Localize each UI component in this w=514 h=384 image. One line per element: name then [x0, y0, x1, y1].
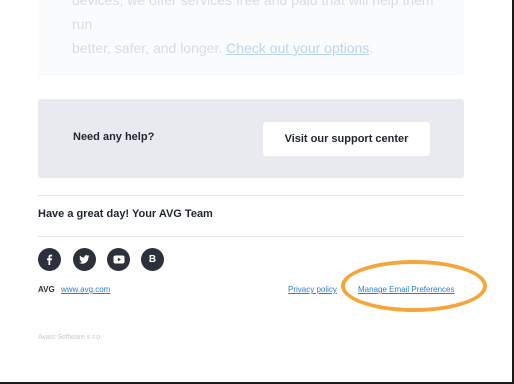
intro-line-2-prefix: better, safer, and longer. — [72, 40, 227, 56]
intro-text: devices, we offer services free and paid… — [72, 0, 452, 60]
highlight-annotation — [341, 260, 487, 312]
divider-top — [38, 195, 464, 196]
intro-line-2-suffix: . — [369, 40, 374, 56]
intro-panel: devices, we offer services free and paid… — [38, 0, 464, 76]
help-label: Need any help? — [73, 131, 155, 143]
youtube-icon[interactable] — [107, 248, 130, 271]
intro-line-1: devices, we offer services free and paid… — [72, 0, 434, 32]
privacy-policy-link[interactable]: Privacy policy — [288, 285, 339, 294]
blog-icon[interactable]: B — [141, 248, 164, 271]
avg-site-link[interactable]: www.avg.com — [61, 285, 110, 294]
help-panel: Need any help? Visit our support center — [38, 99, 464, 178]
brand-label: AVG — [38, 285, 55, 294]
blog-glyph: B — [148, 254, 157, 265]
email-viewport: devices, we offer services free and paid… — [0, 0, 514, 384]
facebook-icon[interactable] — [38, 248, 61, 271]
divider-bottom — [38, 236, 464, 237]
check-options-link[interactable]: Check out your options — [226, 40, 369, 56]
company-name: Avast Software s.r.o. — [38, 334, 103, 341]
signoff-text: Have a great day! Your AVG Team — [38, 208, 213, 220]
support-center-button[interactable]: Visit our support center — [263, 122, 430, 156]
twitter-icon[interactable] — [73, 248, 96, 271]
